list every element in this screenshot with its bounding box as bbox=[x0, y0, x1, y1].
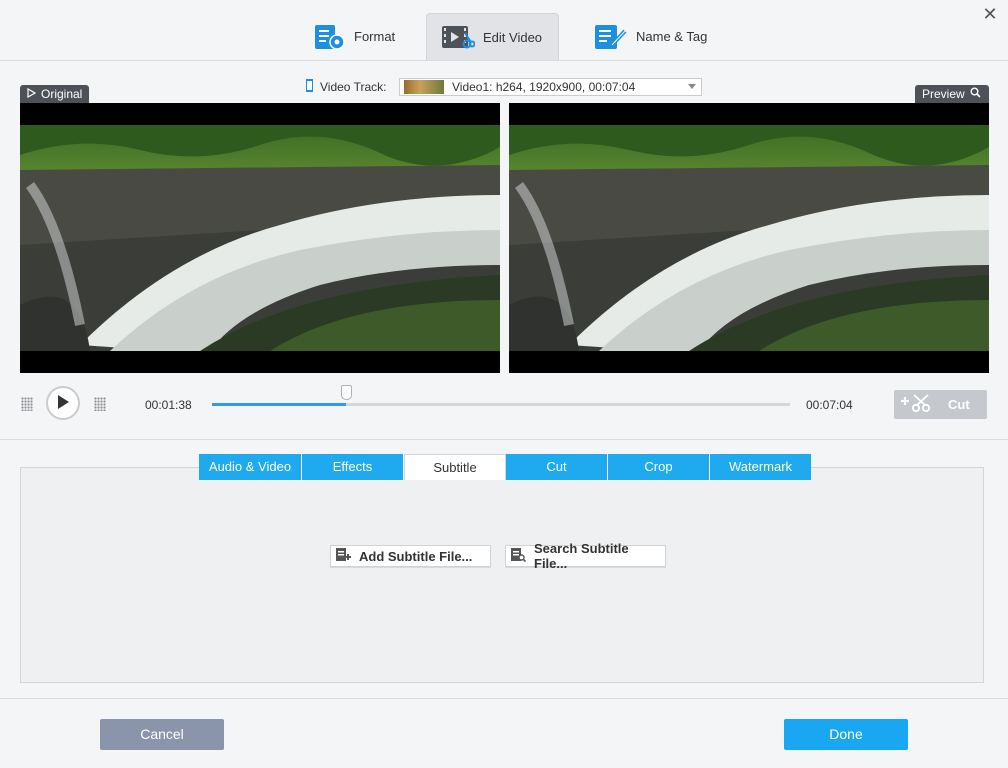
subtitle-panel bbox=[20, 467, 984, 683]
waterfall-image bbox=[509, 125, 989, 351]
original-video-frame bbox=[20, 103, 500, 373]
add-cut-icon bbox=[900, 393, 932, 416]
edit-tabs: Audio & Video Effects Subtitle Cut Crop … bbox=[199, 454, 811, 480]
play-button[interactable] bbox=[46, 386, 80, 420]
tab-subtitle[interactable]: Subtitle bbox=[404, 454, 506, 480]
original-label: Original bbox=[41, 87, 83, 101]
timeline-slider[interactable] bbox=[212, 403, 790, 406]
search-file-icon bbox=[510, 547, 527, 566]
add-file-icon bbox=[335, 547, 351, 566]
cancel-button[interactable]: Cancel bbox=[100, 719, 224, 750]
play-outline-icon bbox=[27, 85, 37, 103]
step-format[interactable]: Format bbox=[300, 13, 409, 60]
film-reel-icon bbox=[305, 79, 314, 95]
waterfall-image bbox=[20, 125, 500, 351]
step-edit-video[interactable]: Edit Video bbox=[426, 13, 559, 60]
video-track-label: Video Track: bbox=[320, 80, 387, 94]
original-tag: Original bbox=[20, 85, 90, 103]
video-track-select[interactable]: Video1: h264, 1920x900, 00:07:04 bbox=[399, 78, 702, 96]
search-icon bbox=[970, 85, 981, 103]
name-tag-icon bbox=[594, 23, 628, 51]
step-name-tag[interactable]: Name & Tag bbox=[580, 13, 721, 60]
tab-audio-video[interactable]: Audio & Video bbox=[199, 454, 302, 480]
tab-effects[interactable]: Effects bbox=[302, 454, 404, 480]
play-icon bbox=[56, 394, 70, 413]
video-track-label-group: Video Track: bbox=[305, 79, 386, 95]
step-format-label: Format bbox=[354, 29, 396, 44]
preview-video-frame bbox=[509, 103, 989, 373]
current-time: 00:01:38 bbox=[145, 398, 192, 412]
tab-cut[interactable]: Cut bbox=[506, 454, 608, 480]
format-settings-icon bbox=[314, 23, 346, 51]
tab-crop[interactable]: Crop bbox=[608, 454, 710, 480]
timeline-handle[interactable] bbox=[341, 385, 352, 400]
search-subtitle-file-button[interactable]: Search Subtitle File... bbox=[505, 541, 666, 571]
next-frame-icon[interactable] bbox=[94, 397, 106, 411]
total-time: 00:07:04 bbox=[806, 398, 853, 412]
preview-tag[interactable]: Preview bbox=[915, 85, 989, 103]
cut-button[interactable]: Cut bbox=[894, 390, 987, 419]
close-icon[interactable]: ✕ bbox=[980, 4, 1000, 24]
divider bbox=[0, 439, 1008, 440]
add-subtitle-file-button[interactable]: Add Subtitle File... bbox=[330, 545, 491, 567]
chevron-down-icon bbox=[688, 84, 696, 89]
previous-frame-icon[interactable] bbox=[21, 397, 33, 411]
timeline-progress bbox=[212, 403, 346, 406]
preview-label: Preview bbox=[922, 87, 965, 101]
video-track-value: Video1: h264, 1920x900, 00:07:04 bbox=[452, 80, 636, 94]
edit-video-icon bbox=[441, 23, 475, 51]
step-name-tag-label: Name & Tag bbox=[636, 29, 708, 44]
cut-label: Cut bbox=[948, 397, 970, 412]
search-subtitle-file-label: Search Subtitle File... bbox=[534, 541, 629, 571]
add-subtitle-file-label: Add Subtitle File... bbox=[359, 548, 473, 564]
track-thumbnail bbox=[404, 80, 444, 94]
done-button[interactable]: Done bbox=[784, 719, 908, 750]
divider bbox=[0, 698, 1008, 699]
tab-watermark[interactable]: Watermark bbox=[710, 454, 811, 480]
step-edit-video-label: Edit Video bbox=[483, 29, 543, 45]
